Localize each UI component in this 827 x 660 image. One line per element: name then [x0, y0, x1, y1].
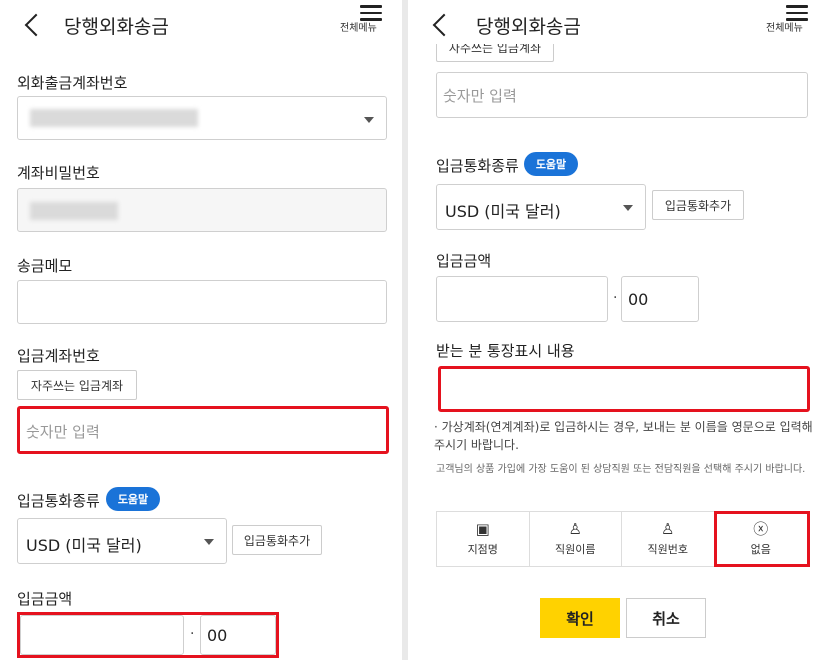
back-icon[interactable] [432, 13, 456, 37]
deposit-account-placeholder: 숫자만 입력 [26, 423, 100, 441]
currency-value: USD (미국 달러) [445, 202, 561, 221]
left-screen: 당행외화송금 전체메뉴 외화출금계좌번호 계좌비밀번호 송금메모 입금계좌번호 … [0, 0, 402, 660]
option-branch[interactable]: ▣ 지점명 [437, 512, 530, 566]
amount-decimal-input[interactable]: 00 [200, 615, 276, 655]
option-staff-number[interactable]: ♙ 직원번호 [622, 512, 715, 566]
option-branch-label: 지점명 [467, 543, 498, 556]
memo-label: 송금메모 [17, 257, 73, 275]
currency-label: 입금통화종류 [17, 492, 100, 510]
passbook-display-input[interactable] [438, 366, 810, 412]
person-icon: ♙ [568, 520, 582, 538]
amount-integer-input[interactable] [20, 615, 184, 655]
deposit-account-input[interactable]: 숫자만 입력 [436, 72, 808, 118]
menu-button[interactable]: 전체메뉴 [764, 5, 820, 45]
withdraw-account-label: 외화출금계좌번호 [17, 74, 128, 92]
currency-label: 입금통화종류 [436, 157, 519, 175]
menu-label: 전체메뉴 [340, 23, 377, 34]
add-currency-button[interactable]: 입금통화추가 [232, 525, 322, 555]
menu-button[interactable]: 전체메뉴 [336, 5, 392, 45]
masked-password [30, 202, 118, 220]
currency-value: USD (미국 달러) [26, 536, 142, 555]
person-number-icon: ♙ [661, 520, 675, 538]
staff-selection-note: 고객님의 상품 가입에 가장 도움이 된 상담직원 또는 전담직원을 선택해 주… [436, 464, 806, 475]
page-title: 당행외화송금 [476, 16, 581, 38]
decimal-separator: · [613, 290, 618, 306]
amount-decimal-input[interactable]: 00 [621, 276, 699, 322]
menu-label: 전체메뉴 [766, 23, 803, 34]
amount-label: 입금금액 [436, 252, 492, 270]
currency-select[interactable]: USD (미국 달러) [17, 518, 227, 564]
amount-label: 입금금액 [17, 590, 73, 608]
masked-account-number [30, 109, 198, 127]
favorite-account-button[interactable]: 자주쓰는 입금계좌 [17, 370, 137, 400]
password-label: 계좌비밀번호 [17, 164, 100, 182]
passbook-display-label: 받는 분 통장표시 내용 [436, 342, 575, 360]
add-currency-button[interactable]: 입금통화추가 [652, 190, 744, 220]
virtual-account-note: · 가상계좌(연계계좌)로 입금하시는 경우, 보내는 분 이름을 영문으로 입… [434, 420, 813, 452]
right-screen: 당행외화송금 전체메뉴 자주쓰는 입금계좌 숫자만 입력 입금통화종류 도움말 … [402, 0, 827, 660]
help-badge[interactable]: 도움말 [106, 487, 160, 511]
decimal-separator: · [190, 626, 195, 642]
currency-select[interactable]: USD (미국 달러) [436, 184, 646, 230]
withdraw-account-select[interactable] [17, 96, 387, 140]
option-staff-name-label: 직원이름 [555, 543, 596, 556]
branch-icon: ▣ [475, 520, 490, 538]
deposit-account-placeholder: 숫자만 입력 [443, 87, 517, 105]
deposit-account-input[interactable]: 숫자만 입력 [17, 406, 389, 454]
favorite-account-button-clip: 자주쓰는 입금계좌 [436, 44, 554, 64]
deposit-account-label: 입금계좌번호 [17, 347, 100, 365]
password-field[interactable] [17, 188, 387, 232]
favorite-account-button[interactable]: 자주쓰는 입금계좌 [436, 44, 554, 62]
cancel-button[interactable]: 취소 [626, 598, 706, 638]
option-none-highlight [714, 511, 810, 567]
chevron-down-icon [364, 117, 374, 123]
help-badge[interactable]: 도움말 [524, 152, 578, 176]
chevron-down-icon [204, 539, 214, 545]
confirm-button[interactable]: 확인 [540, 598, 620, 638]
memo-input[interactable] [17, 280, 387, 324]
page-title: 당행외화송금 [64, 16, 169, 38]
option-staff-number-label: 직원번호 [647, 543, 688, 556]
chevron-down-icon [623, 205, 633, 211]
amount-decimal-value: 00 [207, 626, 228, 645]
amount-integer-input[interactable] [436, 276, 608, 322]
back-icon[interactable] [24, 13, 48, 37]
amount-decimal-value: 00 [628, 290, 649, 309]
option-staff-name[interactable]: ♙ 직원이름 [530, 512, 622, 566]
